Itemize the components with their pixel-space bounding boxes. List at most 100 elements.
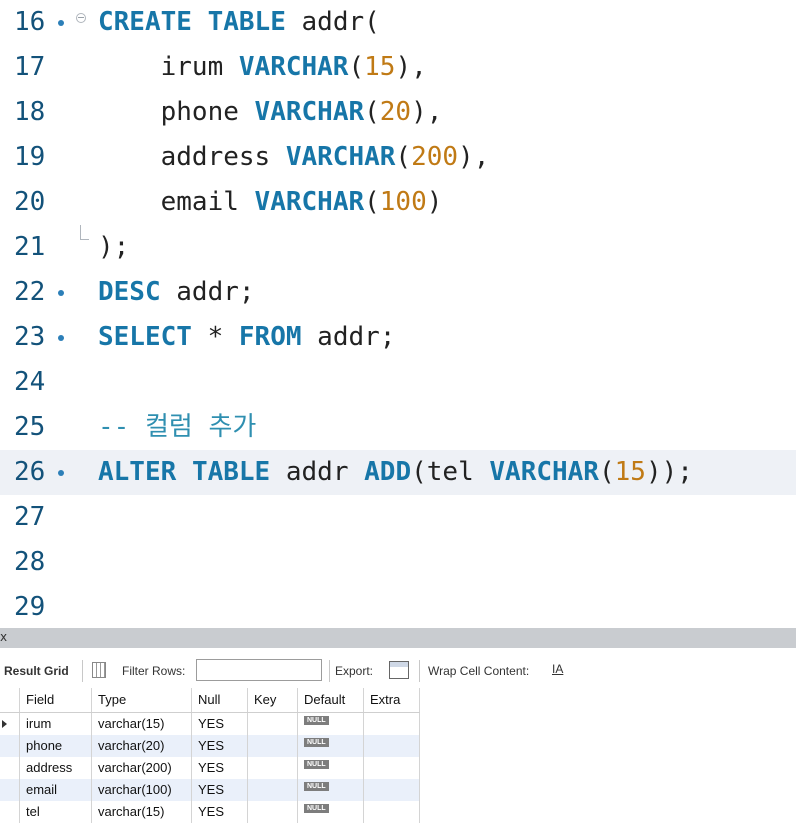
table-cell[interactable] (364, 735, 420, 757)
code-line[interactable]: 20 email VARCHAR(100) (0, 180, 796, 225)
sql-number: 15 (614, 457, 646, 487)
null-badge: NULL (304, 804, 329, 813)
table-cell[interactable]: YES (192, 713, 248, 735)
table-cell[interactable]: varchar(20) (92, 735, 192, 757)
code-text: -- 컬럼 추가 (98, 405, 256, 450)
table-cell[interactable]: YES (192, 779, 248, 801)
table-row[interactable]: phone varchar(20) YES NULL (0, 735, 420, 757)
table-cell[interactable]: NULL (298, 735, 364, 757)
export-icon[interactable] (389, 661, 409, 679)
panel-splitter[interactable]: x (0, 628, 796, 648)
table-row[interactable]: address varchar(200) YES NULL (0, 757, 420, 779)
line-number: 20 (14, 187, 46, 217)
sql-text: addr; (160, 277, 255, 307)
sql-keyword: VARCHAR (285, 142, 396, 172)
table-cell[interactable]: varchar(15) (92, 713, 192, 735)
table-row[interactable]: tel varchar(15) YES NULL (0, 801, 420, 823)
row-selector[interactable] (0, 713, 20, 735)
statement-marker-icon (58, 335, 64, 341)
code-text: phone VARCHAR(20), (98, 90, 443, 135)
row-selector[interactable] (0, 757, 20, 779)
close-panel-icon[interactable]: x (0, 630, 7, 644)
table-cell[interactable]: phone (20, 735, 92, 757)
table-cell[interactable]: NULL (298, 779, 364, 801)
code-line[interactable]: 18 phone VARCHAR(20), (0, 90, 796, 135)
table-cell[interactable]: varchar(15) (92, 801, 192, 823)
table-cell[interactable] (364, 713, 420, 735)
column-header-type[interactable]: Type (92, 688, 192, 712)
table-cell[interactable] (248, 713, 298, 735)
sql-keyword: VARCHAR (254, 97, 365, 127)
code-line[interactable]: 26 ALTER TABLE addr ADD(tel VARCHAR(15)); (0, 450, 796, 495)
statement-marker-icon (58, 290, 64, 296)
column-header-extra[interactable]: Extra (364, 688, 420, 712)
table-cell[interactable] (248, 757, 298, 779)
sql-keyword: DESC (98, 277, 161, 307)
code-line[interactable]: 16 CREATE TABLE addr( (0, 0, 796, 45)
table-cell[interactable] (248, 801, 298, 823)
code-line[interactable]: 21); (0, 225, 796, 270)
sql-text: ) (426, 187, 443, 217)
sql-text: addr; (301, 322, 396, 352)
export-label: Export: (335, 664, 374, 678)
code-line[interactable]: 17 irum VARCHAR(15), (0, 45, 796, 90)
sql-text: addr( (285, 7, 380, 37)
grid-view-icon[interactable] (92, 662, 106, 678)
line-number: 21 (14, 232, 46, 262)
row-selector[interactable] (0, 735, 20, 757)
code-line[interactable]: 28 (0, 540, 796, 585)
line-number: 18 (14, 97, 46, 127)
table-cell[interactable]: email (20, 779, 92, 801)
column-header-default[interactable]: Default (298, 688, 364, 712)
table-cell[interactable]: YES (192, 757, 248, 779)
line-number: 29 (14, 592, 46, 622)
result-grid[interactable]: Field Type Null Key Default Extra irum varchar(… (0, 688, 420, 823)
toolbar-divider (419, 660, 420, 682)
column-header-key[interactable]: Key (248, 688, 298, 712)
table-cell[interactable]: varchar(200) (92, 757, 192, 779)
table-cell[interactable]: YES (192, 801, 248, 823)
line-number: 26 (14, 457, 46, 487)
code-line[interactable]: 25 -- 컬럼 추가 (0, 405, 796, 450)
sql-comment: -- 컬럼 추가 (98, 412, 257, 442)
table-cell[interactable]: NULL (298, 757, 364, 779)
row-selector[interactable] (0, 779, 20, 801)
table-cell[interactable] (364, 779, 420, 801)
table-cell[interactable]: YES (192, 735, 248, 757)
code-text: DESC addr; (98, 270, 255, 315)
code-line[interactable]: 22 DESC addr; (0, 270, 796, 315)
code-line[interactable]: 27 (0, 495, 796, 540)
wrap-cell-icon[interactable]: IA (552, 662, 563, 676)
wrap-cell-label: Wrap Cell Content: (428, 664, 530, 678)
sql-keyword: VARCHAR (254, 187, 365, 217)
sql-editor[interactable]: 16 CREATE TABLE addr(17 irum VARCHAR(15),… (0, 0, 796, 628)
code-line[interactable]: 29 (0, 585, 796, 630)
table-cell[interactable] (248, 735, 298, 757)
fold-toggle-icon[interactable] (76, 13, 86, 23)
code-line[interactable]: 23 SELECT * FROM addr; (0, 315, 796, 360)
table-row[interactable]: email varchar(100) YES NULL (0, 779, 420, 801)
column-header-null[interactable]: Null (192, 688, 248, 712)
sql-text: ( (364, 187, 380, 217)
table-cell[interactable]: NULL (298, 713, 364, 735)
code-line[interactable]: 19 address VARCHAR(200), (0, 135, 796, 180)
table-cell[interactable]: irum (20, 713, 92, 735)
table-cell[interactable]: varchar(100) (92, 779, 192, 801)
table-cell[interactable]: tel (20, 801, 92, 823)
result-grid-tab[interactable]: Result Grid (4, 664, 69, 678)
line-number: 16 (14, 7, 46, 37)
table-cell[interactable] (248, 779, 298, 801)
sql-keyword: TABLE (191, 457, 271, 487)
table-cell[interactable]: address (20, 757, 92, 779)
column-header-field[interactable]: Field (20, 688, 92, 712)
table-row[interactable]: irum varchar(15) YES NULL (0, 713, 420, 735)
table-cell[interactable] (364, 757, 420, 779)
filter-rows-input[interactable] (196, 659, 322, 681)
row-selector[interactable] (0, 801, 20, 823)
code-line[interactable]: 24 (0, 360, 796, 405)
sql-text: ), (411, 97, 443, 127)
table-cell[interactable] (364, 801, 420, 823)
line-number: 23 (14, 322, 46, 352)
table-cell[interactable]: NULL (298, 801, 364, 823)
